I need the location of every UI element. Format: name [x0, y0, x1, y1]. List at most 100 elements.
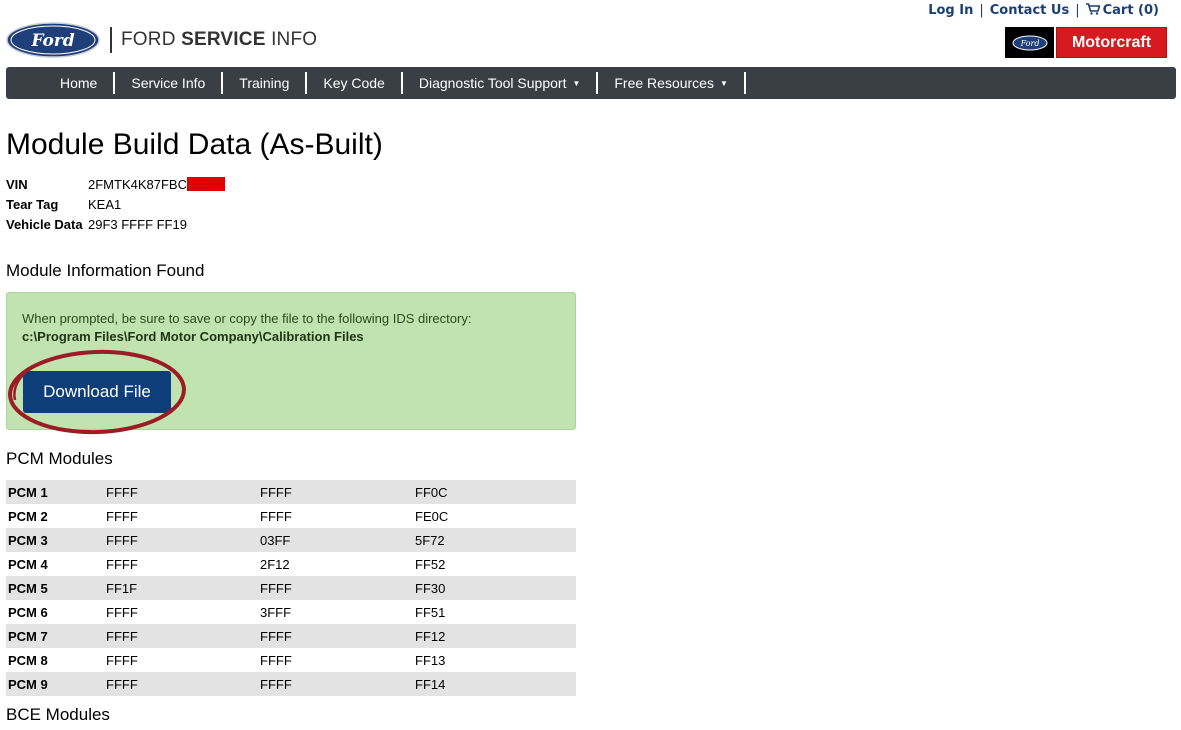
- nav-home[interactable]: Home: [44, 72, 116, 94]
- pcm-value-2: 2F12: [260, 556, 290, 572]
- pcm-name: PCM 8: [8, 652, 48, 668]
- pcm-value-3: FF51: [415, 604, 446, 620]
- brand-suffix: INFO: [265, 29, 318, 50]
- pcm-value-2: FFFF: [260, 624, 415, 648]
- brand-light: FORD: [121, 29, 182, 50]
- download-file-button[interactable]: Download File: [23, 371, 171, 413]
- pcm-value-2: FFFF: [260, 480, 415, 504]
- table-row: PCM 7 FFFF FFFF FF12: [6, 624, 576, 648]
- ids-directory-path: c:\Program Files\Ford Motor Company\Cali…: [22, 329, 364, 344]
- nav-training[interactable]: Training: [223, 72, 308, 94]
- pcm-value-3: FF30: [415, 576, 576, 600]
- pcm-modules-heading: PCM Modules: [6, 449, 113, 468]
- pcm-value-3: FF0C: [415, 480, 576, 504]
- pcm-value-1: FFFF: [106, 604, 138, 620]
- nav-service-info-label: Service Info: [131, 75, 206, 91]
- vehicle-info-table: VIN 2FMTK4K87FBC Tear Tag KEA1 Vehicle D…: [6, 174, 225, 234]
- login-link[interactable]: Log In: [928, 3, 973, 18]
- pcm-name: PCM 4: [8, 556, 48, 572]
- vehicle-data-row: Vehicle Data 29F3 FFFF FF19: [6, 214, 225, 234]
- link-separator: |: [1075, 3, 1080, 18]
- pcm-value-2: FFFF: [260, 576, 415, 600]
- nav-training-label: Training: [239, 75, 290, 91]
- table-row: PCM 2 FFFF FFFF FE0C: [6, 504, 576, 528]
- pcm-value-2: FFFF: [260, 672, 415, 696]
- vin-row: VIN 2FMTK4K87FBC: [6, 174, 225, 194]
- tear-tag-label: Tear Tag: [6, 196, 59, 212]
- pcm-value-1: FFFF: [106, 480, 260, 504]
- brand-name: FORD SERVICE INFO: [121, 29, 317, 51]
- pcm-name: PCM 2: [8, 508, 48, 524]
- logo-divider: [110, 27, 112, 53]
- pcm-value-3: FF52: [415, 556, 446, 572]
- cart-label: Cart (0): [1102, 3, 1159, 18]
- main-nav: Home Service Info Training Key Code Diag…: [6, 67, 1176, 99]
- alert-message: When prompted, be sure to save or copy t…: [22, 311, 472, 326]
- page-title: Module Build Data (As-Built): [6, 128, 383, 161]
- pcm-name: PCM 1: [6, 480, 106, 504]
- motorcraft-logo[interactable]: Ford Motorcraft: [1005, 27, 1167, 58]
- tear-tag-value: KEA1: [88, 196, 122, 212]
- pcm-name: PCM 5: [6, 576, 106, 600]
- pcm-value-2: FFFF: [260, 508, 292, 524]
- pcm-value-2: FFFF: [260, 652, 292, 668]
- nav-key-code[interactable]: Key Code: [307, 72, 403, 94]
- nav-service-info[interactable]: Service Info: [115, 72, 224, 94]
- pcm-value-3: FF12: [415, 624, 576, 648]
- pcm-value-1: FFFF: [106, 652, 138, 668]
- pcm-name: PCM 6: [8, 604, 48, 620]
- table-row: PCM 5 FF1F FFFF FF30: [6, 576, 576, 600]
- pcm-value-1: FFFF: [106, 624, 260, 648]
- table-row: PCM 4 FFFF 2F12 FF52: [6, 552, 576, 576]
- top-links: Log In | Contact Us | Cart (0): [928, 3, 1159, 18]
- ids-directory-alert: When prompted, be sure to save or copy t…: [6, 292, 576, 435]
- nav-home-label: Home: [60, 75, 98, 91]
- link-separator: |: [979, 3, 984, 18]
- cart-icon: [1085, 3, 1100, 15]
- table-row: PCM 8 FFFF FFFF FF13: [6, 648, 576, 672]
- vin-redaction: [186, 176, 225, 191]
- ford-oval-logo: Ford: [6, 22, 100, 58]
- pcm-value-1: FFFF: [106, 556, 138, 572]
- pcm-name: PCM 3: [6, 528, 106, 552]
- nav-key-code-label: Key Code: [323, 75, 385, 91]
- motorcraft-label: Motorcraft: [1056, 27, 1167, 58]
- pcm-value-1: FFFF: [106, 672, 260, 696]
- vin-value: 2FMTK4K87FBC: [88, 176, 187, 192]
- table-row: PCM 9 FFFF FFFF FF14: [6, 672, 576, 696]
- ford-logo-text: Ford: [30, 31, 74, 51]
- pcm-value-1: FFFF: [106, 528, 260, 552]
- table-row: PCM 1 FFFF FFFF FF0C: [6, 480, 576, 504]
- pcm-name: PCM 9: [6, 672, 106, 696]
- pcm-value-3: FF14: [415, 672, 576, 696]
- table-row: PCM 6 FFFF 3FFF FF51: [6, 600, 576, 624]
- pcm-value-2: 3FFF: [260, 604, 292, 620]
- nav-diagnostic-tool-support[interactable]: Diagnostic Tool Support ▼: [403, 72, 599, 94]
- module-info-heading: Module Information Found: [6, 261, 205, 280]
- vin-value-cell: 2FMTK4K87FBC: [88, 174, 225, 194]
- pcm-value-3: FE0C: [415, 508, 449, 524]
- pcm-value-3: 5F72: [415, 528, 576, 552]
- brand-bold: SERVICE: [181, 29, 266, 50]
- nav-diagnostic-label: Diagnostic Tool Support: [418, 75, 567, 91]
- nav-free-resources-label: Free Resources: [614, 75, 714, 91]
- vin-label: VIN: [6, 176, 28, 192]
- contact-us-link[interactable]: Contact Us: [990, 3, 1069, 18]
- pcm-value-3: FF13: [415, 652, 446, 668]
- vehicle-data-value: 29F3 FFFF FF19: [88, 216, 187, 232]
- table-row: PCM 3 FFFF 03FF 5F72: [6, 528, 576, 552]
- site-logo[interactable]: Ford FORD SERVICE INFO: [6, 22, 317, 58]
- mini-ford-text: Ford: [1019, 39, 1039, 48]
- caret-down-icon: ▼: [719, 79, 728, 88]
- mini-ford-oval-icon: Ford: [1012, 35, 1047, 50]
- cart-link[interactable]: Cart (0): [1085, 3, 1159, 18]
- motorcraft-ford-badge: Ford: [1005, 27, 1054, 58]
- pcm-name: PCM 7: [6, 624, 106, 648]
- nav-free-resources[interactable]: Free Resources ▼: [598, 72, 746, 94]
- caret-down-icon: ▼: [572, 79, 581, 88]
- tear-tag-row: Tear Tag KEA1: [6, 194, 225, 214]
- pcm-modules-table: PCM 1 FFFF FFFF FF0C PCM 2 FFFF FFFF FE0C PCM …: [6, 480, 576, 696]
- pcm-value-1: FFFF: [106, 508, 138, 524]
- pcm-value-1: FF1F: [106, 576, 260, 600]
- pcm-value-2: 03FF: [260, 528, 415, 552]
